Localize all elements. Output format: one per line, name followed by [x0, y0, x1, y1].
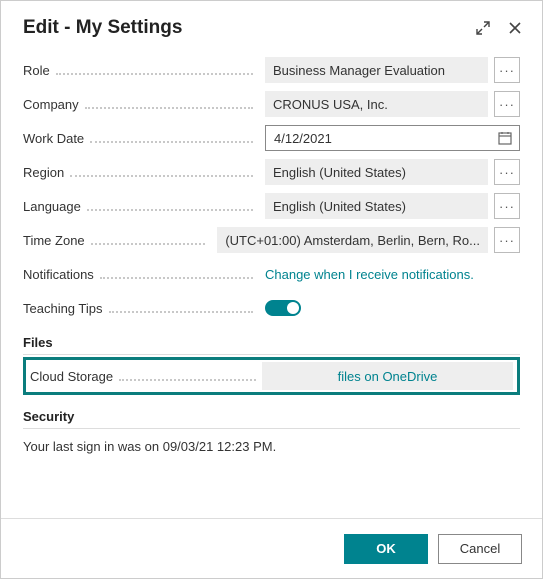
region-more-button[interactable]: ··· [494, 159, 520, 185]
close-icon[interactable] [506, 19, 524, 37]
row-teaching-tips: Teaching Tips [23, 291, 520, 325]
last-sign-in-text: Your last sign in was on 09/03/21 12:23 … [23, 439, 520, 454]
label-cloud-storage: Cloud Storage [30, 369, 113, 384]
value-language[interactable]: English (United States) [265, 193, 488, 219]
label-role: Role [23, 63, 50, 78]
cancel-button[interactable]: Cancel [438, 534, 522, 564]
row-notifications: Notifications Change when I receive noti… [23, 257, 520, 291]
label-language: Language [23, 199, 81, 214]
row-cloud-storage: Cloud Storage files on OneDrive [23, 357, 520, 395]
label-notifications: Notifications [23, 267, 94, 282]
notifications-link[interactable]: Change when I receive notifications. [265, 267, 474, 282]
section-files-header: Files [23, 331, 520, 355]
cloud-storage-button[interactable]: files on OneDrive [262, 362, 513, 390]
label-work-date: Work Date [23, 131, 84, 146]
company-more-button[interactable]: ··· [494, 91, 520, 117]
section-security-header: Security [23, 405, 520, 429]
time-zone-more-button[interactable]: ··· [494, 227, 520, 253]
language-more-button[interactable]: ··· [494, 193, 520, 219]
dialog-header: Edit - My Settings [1, 1, 542, 49]
value-role[interactable]: Business Manager Evaluation [265, 57, 488, 83]
label-region: Region [23, 165, 64, 180]
dialog-footer: OK Cancel [1, 518, 542, 578]
work-date-input[interactable]: 4/12/2021 [265, 125, 520, 151]
row-company: Company CRONUS USA, Inc. ··· [23, 87, 520, 121]
calendar-icon[interactable] [497, 130, 513, 146]
my-settings-dialog: Edit - My Settings Role Business Manager… [0, 0, 543, 579]
value-region[interactable]: English (United States) [265, 159, 488, 185]
value-time-zone[interactable]: (UTC+01:00) Amsterdam, Berlin, Bern, Ro.… [217, 227, 488, 253]
expand-icon[interactable] [474, 19, 492, 37]
label-time-zone: Time Zone [23, 233, 85, 248]
role-more-button[interactable]: ··· [494, 57, 520, 83]
row-region: Region English (United States) ··· [23, 155, 520, 189]
row-role: Role Business Manager Evaluation ··· [23, 53, 520, 87]
work-date-value: 4/12/2021 [274, 131, 497, 146]
row-time-zone: Time Zone (UTC+01:00) Amsterdam, Berlin,… [23, 223, 520, 257]
teaching-tips-toggle[interactable] [265, 300, 301, 316]
value-company[interactable]: CRONUS USA, Inc. [265, 91, 488, 117]
label-company: Company [23, 97, 79, 112]
header-icons [474, 19, 524, 37]
row-work-date: Work Date 4/12/2021 [23, 121, 520, 155]
label-teaching-tips: Teaching Tips [23, 301, 103, 316]
dialog-body: Role Business Manager Evaluation ··· Com… [1, 49, 542, 518]
ok-button[interactable]: OK [344, 534, 428, 564]
row-language: Language English (United States) ··· [23, 189, 520, 223]
dialog-title: Edit - My Settings [23, 17, 182, 39]
